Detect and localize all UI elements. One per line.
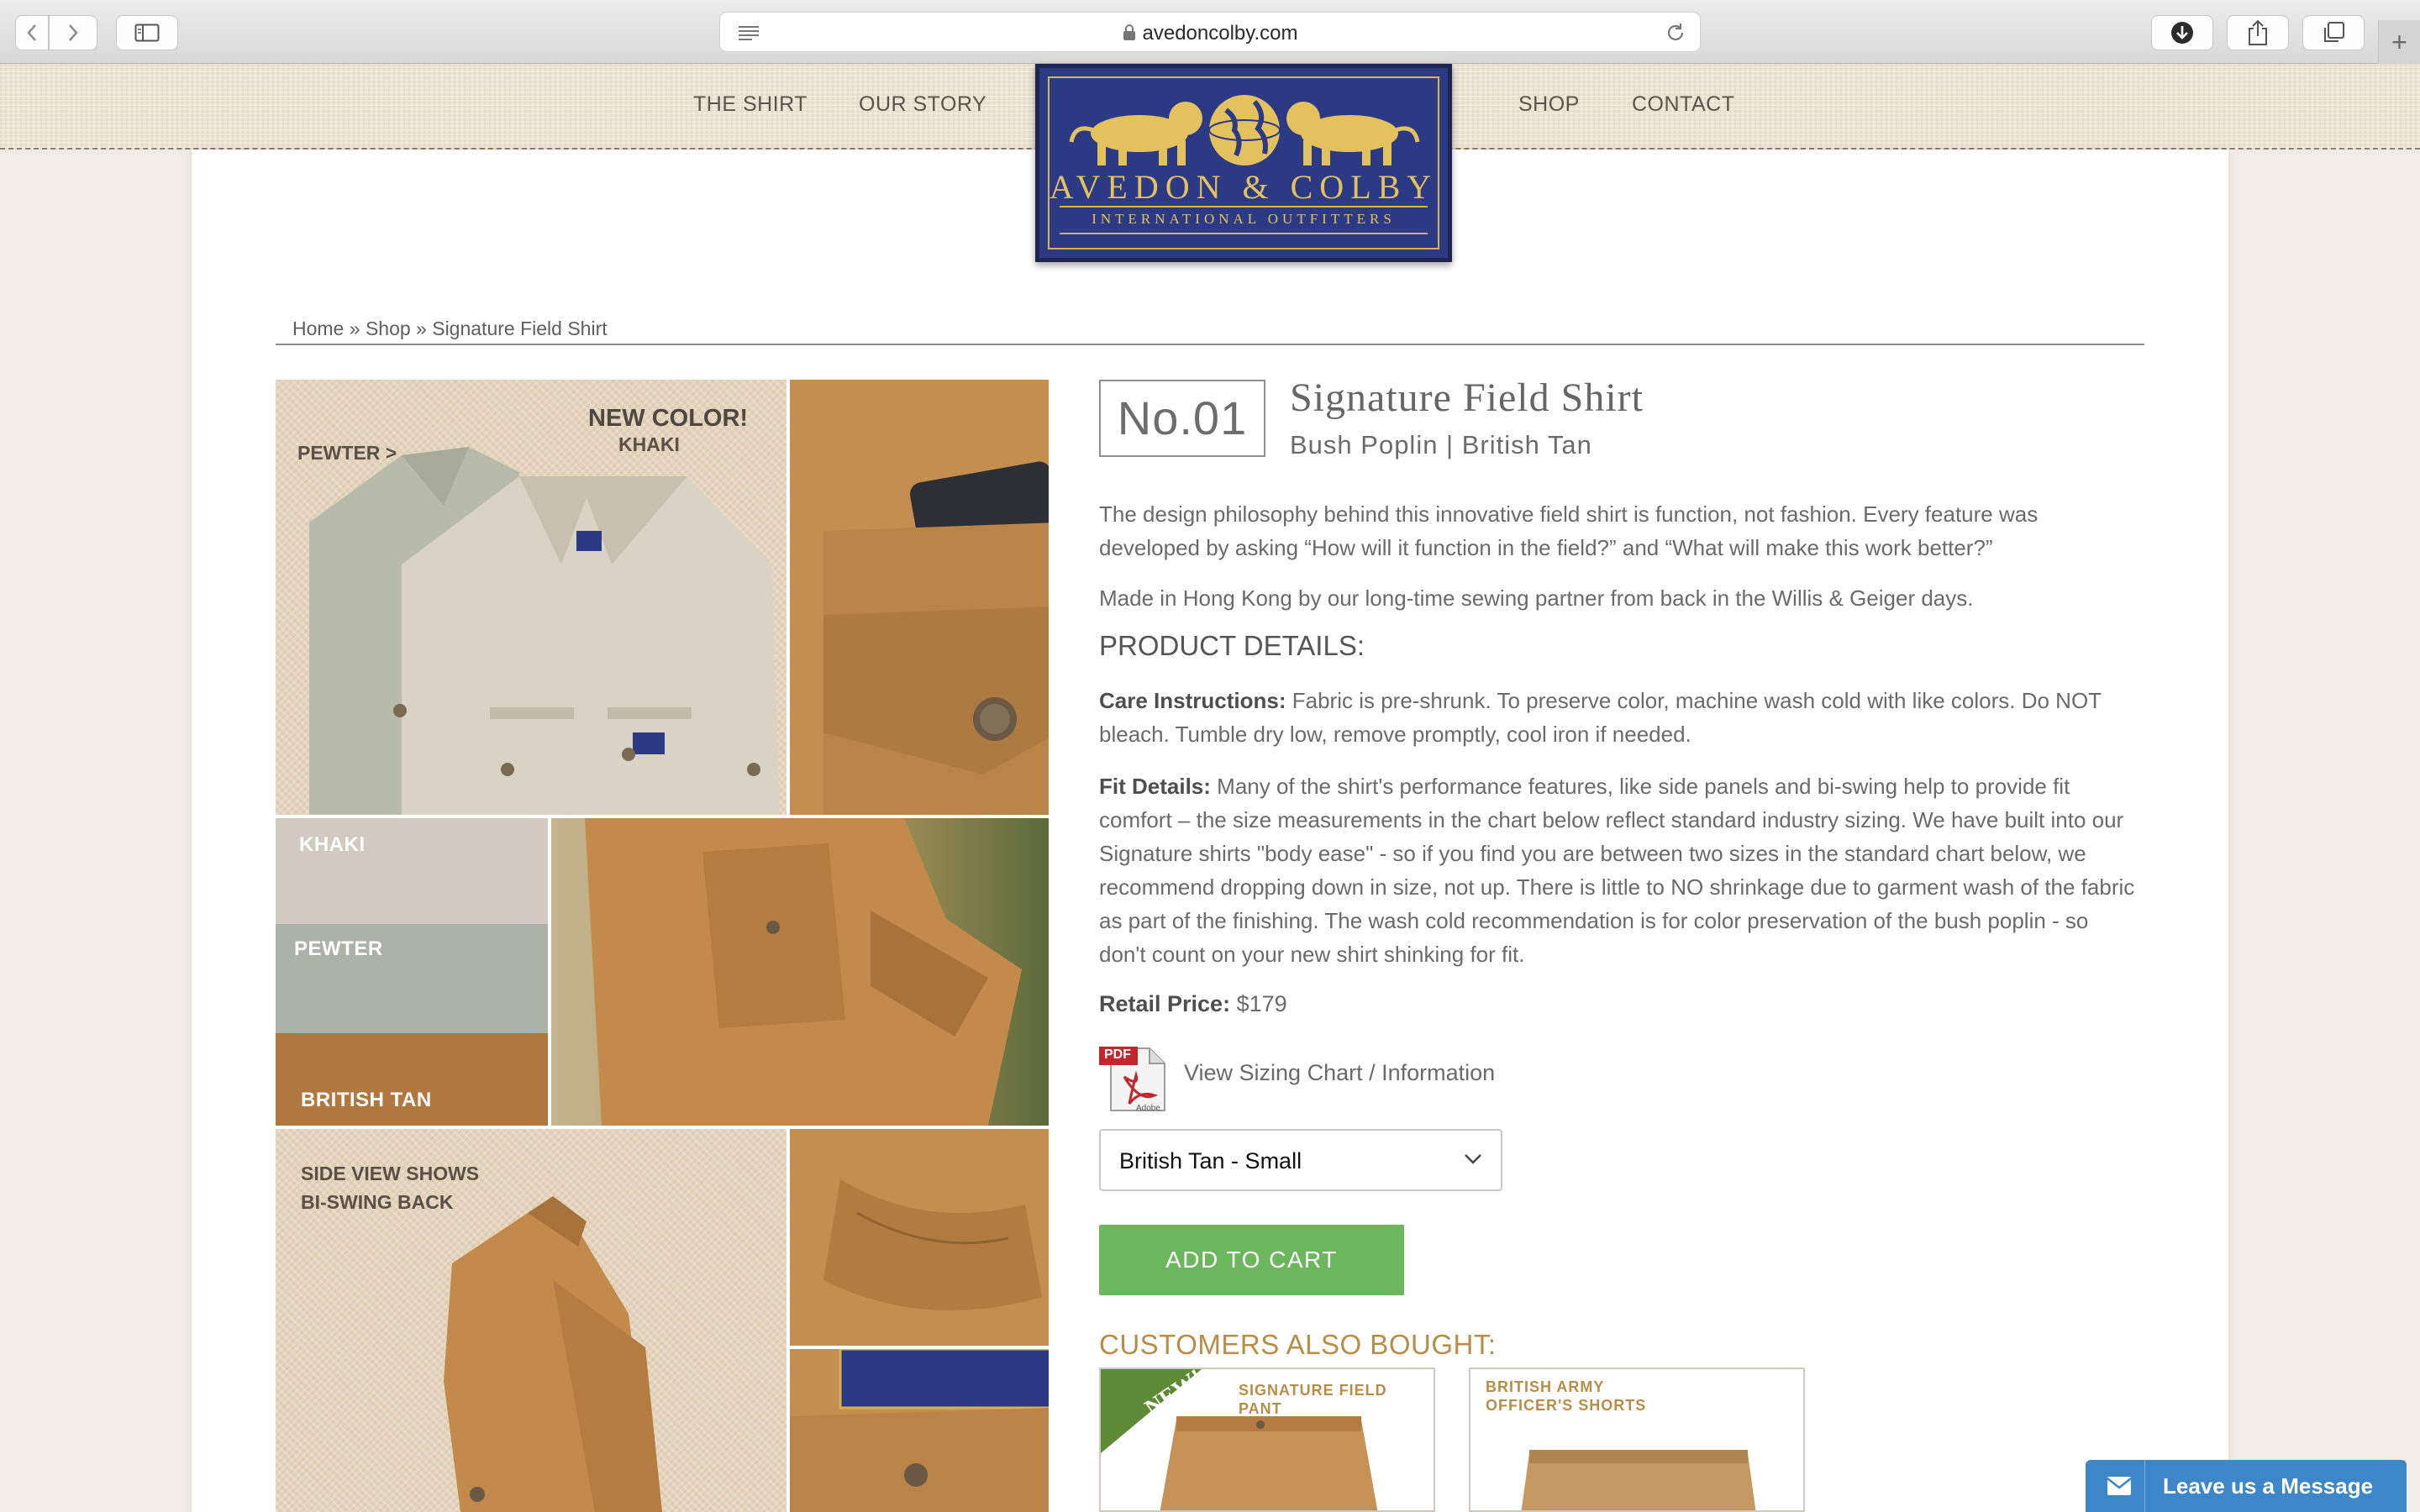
caption-new-color: NEW COLOR! <box>588 405 749 432</box>
lock-icon <box>1123 24 1135 40</box>
forward-button[interactable] <box>49 15 97 50</box>
image-pocket-detail[interactable] <box>790 380 1049 815</box>
chevron-down-icon <box>1465 1154 1481 1164</box>
fit-text: Many of the shirt's performance features… <box>1099 774 2135 967</box>
nav-our-story[interactable]: OUR STORY <box>859 92 986 117</box>
model-illustration <box>551 818 1049 1126</box>
fit-details: Fit Details: Many of the shirt's perform… <box>1099 769 2141 971</box>
nav-contact[interactable]: CONTACT <box>1632 92 1734 117</box>
nav-shop[interactable]: SHOP <box>1518 92 1580 117</box>
chat-label: Leave us a Message <box>2163 1473 2374 1499</box>
plus-icon: + <box>2391 26 2407 57</box>
pdf-brand: Adobe <box>1136 1104 1160 1113</box>
logo-brand: AVEDON & COLBY <box>1049 168 1439 206</box>
chevron-right-icon <box>69 24 78 41</box>
breadcrumb-home[interactable]: Home <box>292 318 344 339</box>
product-description: The design philosophy behind this innova… <box>1099 501 2039 560</box>
related-product-label-line1: BRITISH ARMY <box>1486 1378 1605 1395</box>
image-color-swatches[interactable]: KHAKI PEWTER BRITISH TAN <box>276 818 548 1126</box>
related-product-field-pant[interactable]: NEW! SIGNATURE FIELD PANT <box>1099 1368 1435 1512</box>
image-shoulder-detail[interactable] <box>790 1129 1049 1346</box>
caption-side-view-1: SIDE VIEW SHOWS <box>301 1163 480 1184</box>
variant-select[interactable]: British Tan - Small <box>1099 1129 1502 1191</box>
tabs-icon <box>2324 22 2344 42</box>
customers-also-bought-heading: CUSTOMERS ALSO BOUGHT: <box>1099 1329 1497 1360</box>
variant-selected-value: British Tan - Small <box>1119 1148 1302 1173</box>
care-label: Care Instructions: <box>1099 688 1286 713</box>
sidebar-icon <box>134 24 160 42</box>
logo-rule <box>1060 233 1428 234</box>
share-button[interactable] <box>2227 15 2289 50</box>
swatch-pewter-label: PEWTER <box>294 937 383 960</box>
lions-globe-emblem <box>1069 95 1420 165</box>
sizing-chart-link[interactable]: View Sizing Chart / Information <box>1184 1060 1495 1086</box>
product-origin: Made in Hong Kong by our long-time sewin… <box>1099 585 1974 611</box>
caption-side-view-2: BI-SWING BACK <box>301 1191 454 1213</box>
breadcrumb: Home » Shop » Signature Field Shirt <box>292 318 608 340</box>
leave-message-widget[interactable]: Leave us a Message <box>2086 1460 2407 1512</box>
reload-icon[interactable] <box>1665 22 1686 44</box>
downloads-button[interactable] <box>2151 15 2213 50</box>
breadcrumb-separator: » <box>349 318 360 339</box>
fit-label: Fit Details: <box>1099 774 1211 799</box>
chevron-left-icon <box>27 24 36 41</box>
product-number: No.01 <box>1099 380 1265 457</box>
chat-divider <box>2144 1460 2145 1512</box>
tabs-button[interactable] <box>2302 15 2365 50</box>
product-details-heading: PRODUCT DETAILS: <box>1099 630 1365 661</box>
image-side-view[interactable]: SIDE VIEW SHOWS BI-SWING BACK <box>276 1129 786 1512</box>
image-model-shirt[interactable] <box>551 818 1049 1126</box>
care-instructions: Care Instructions: Fabric is pre-shrunk.… <box>1099 684 2141 751</box>
caption-pewter: PEWTER > <box>297 442 397 464</box>
add-to-cart-button[interactable]: ADD TO CART <box>1099 1225 1404 1295</box>
site-logo[interactable]: AVEDON & COLBY INTERNATIONAL OUTFITTERS <box>1035 64 1452 262</box>
shoulder-illustration <box>790 1129 1049 1346</box>
pdf-icon[interactable]: PDF Adobe <box>1099 1043 1170 1114</box>
price-value: $179 <box>1236 991 1287 1016</box>
retail-price: Retail Price: $179 <box>1099 991 1287 1017</box>
image-shirts-pewter-khaki[interactable]: PEWTER > NEW COLOR! KHAKI <box>276 380 786 815</box>
url-label: avedoncolby.com <box>1142 22 1298 45</box>
breadcrumb-current: Signature Field Shirt <box>432 318 608 339</box>
download-icon <box>2171 22 2193 44</box>
envelope-icon <box>2107 1477 2132 1495</box>
browser-toolbar: avedoncolby.com + <box>0 0 2420 64</box>
product-subtitle: Bush Poplin | British Tan <box>1290 430 1592 459</box>
swatch-khaki-label: KHAKI <box>299 833 366 856</box>
product-image-collage[interactable]: PEWTER > NEW COLOR! KHAKI KHAKI PEWTER B… <box>276 380 1049 1512</box>
new-tab-button[interactable]: + <box>2378 20 2420 64</box>
breadcrumb-shop[interactable]: Shop <box>366 318 411 339</box>
caption-khaki: KHAKI <box>618 433 680 455</box>
url-text: avedoncolby.com <box>720 22 1700 45</box>
price-label: Retail Price: <box>1099 991 1231 1016</box>
image-label-detail[interactable] <box>790 1349 1049 1512</box>
product-title: Signature Field Shirt <box>1290 375 1644 420</box>
related-product-label: SIGNATURE FIELD PANT <box>1239 1382 1387 1417</box>
back-button[interactable] <box>15 15 49 50</box>
address-bar[interactable]: avedoncolby.com <box>719 12 1701 52</box>
related-product-label-line2: OFFICER'S SHORTS <box>1486 1397 1647 1414</box>
side-view-illustration <box>444 1196 662 1512</box>
sidebar-button[interactable] <box>116 15 178 50</box>
breadcrumb-divider <box>276 344 2144 345</box>
share-icon <box>2249 19 2267 45</box>
label-illustration <box>790 1349 1049 1512</box>
related-product-officers-shorts[interactable]: BRITISH ARMY OFFICER'S SHORTS <box>1469 1368 1805 1512</box>
logo-tagline: INTERNATIONAL OUTFITTERS <box>1092 211 1396 227</box>
nav-the-shirt[interactable]: THE SHIRT <box>693 92 808 117</box>
pdf-label: PDF <box>1104 1047 1131 1062</box>
swatch-tan-label: BRITISH TAN <box>301 1089 432 1111</box>
breadcrumb-separator: » <box>416 318 427 339</box>
pocket-illustration <box>790 380 1049 815</box>
